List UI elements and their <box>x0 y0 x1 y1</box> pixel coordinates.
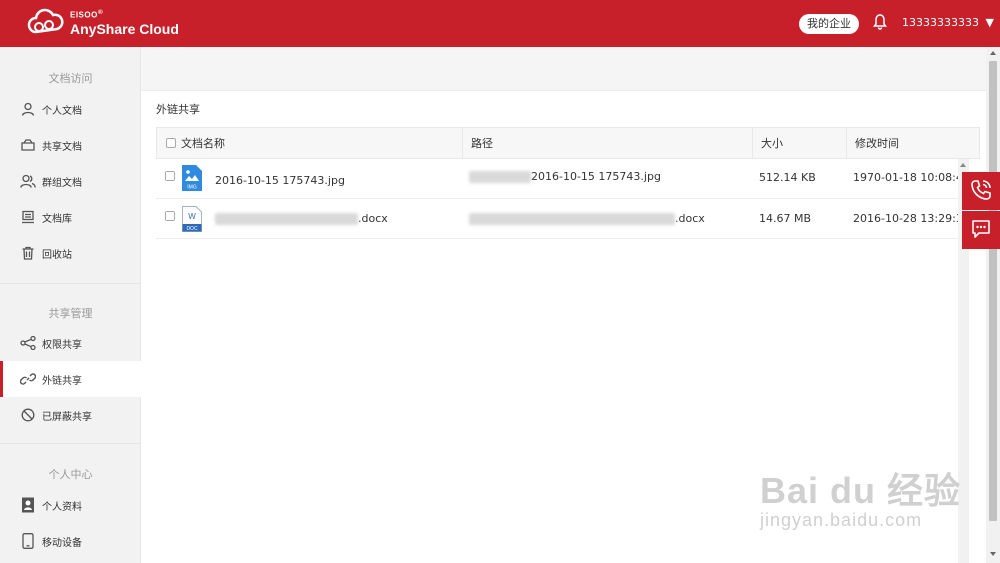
mobile-icon <box>20 533 36 549</box>
bell-icon[interactable] <box>873 14 887 33</box>
column-header-size[interactable]: 大小 <box>752 128 783 159</box>
sidebar-item-recycle-bin[interactable]: 回收站 <box>0 235 141 271</box>
table-row[interactable]: IMG 2016-10-15 175743.jpg 2016-10-15 175… <box>156 159 970 199</box>
sidebar-item-label: 已屏蔽共享 <box>42 411 92 423</box>
phone-support-button[interactable] <box>962 172 1000 210</box>
sidebar-divider <box>0 283 141 284</box>
sidebar-item-label: 外链共享 <box>42 375 82 387</box>
sidebar-item-label: 回收站 <box>42 249 72 261</box>
chat-icon <box>969 217 993 244</box>
anyshare-logo[interactable]: EISOO® AnyShare Cloud <box>26 8 179 38</box>
word-file-icon: W DOC <box>182 206 202 235</box>
sidebar-item-shared-docs[interactable]: 共享文档 <box>0 127 141 163</box>
profile-icon <box>20 497 36 513</box>
file-name[interactable]: .docx <box>215 212 388 225</box>
share-icon <box>20 335 36 351</box>
chat-support-button[interactable] <box>962 211 1000 249</box>
page-title: 外链共享 <box>156 103 200 116</box>
cloud-logo-icon <box>27 8 64 34</box>
sidebar-item-label: 群组文档 <box>42 177 82 189</box>
sidebar-item-profile[interactable]: 个人资料 <box>0 487 141 523</box>
person-icon <box>20 101 36 117</box>
user-name: 13333333333 <box>902 16 979 29</box>
table-header: 文档名称 路径 大小 修改时间 <box>156 127 980 159</box>
library-icon <box>20 209 36 225</box>
watermark-logo: Bai du 经验 <box>760 470 962 511</box>
file-modified: 1970-01-18 10:08:45 <box>853 171 970 184</box>
file-type-label: IMG <box>187 185 197 191</box>
redacted-name <box>215 213 358 225</box>
content-toolbar <box>141 47 986 91</box>
file-path: 2016-10-15 175743.jpg <box>469 170 661 183</box>
trash-icon <box>20 245 36 261</box>
row-checkbox[interactable] <box>165 171 175 181</box>
redacted-path <box>469 213 675 225</box>
section-title-personal-center: 个人中心 <box>48 468 93 481</box>
file-type-label: DOC <box>186 226 198 232</box>
file-size: 14.67 MB <box>759 212 812 225</box>
my-company-button[interactable]: 我的企业 <box>799 14 859 34</box>
sidebar-item-label: 权限共享 <box>42 339 82 351</box>
scroll-up-arrow-icon[interactable] <box>960 163 966 167</box>
sidebar-item-permission-share[interactable]: 权限共享 <box>0 325 141 361</box>
sidebar-item-personal-docs[interactable]: 个人文档 <box>0 91 141 127</box>
page-scroll-up-icon[interactable] <box>990 51 996 55</box>
sidebar-item-library[interactable]: 文档库 <box>0 199 141 235</box>
sidebar-divider <box>0 443 141 444</box>
page-scroll-down-icon[interactable] <box>990 552 996 556</box>
baidu-watermark: Bai du 经验 jingyan.baidu.com <box>760 462 961 531</box>
caret-down-icon: ▼ <box>985 16 994 29</box>
file-modified: 2016-10-28 13:29:31 <box>853 212 970 225</box>
sidebar-item-group-docs[interactable]: 群组文档 <box>0 163 141 199</box>
image-file-icon: IMG <box>182 165 202 194</box>
sidebar-item-label: 共享文档 <box>42 141 82 153</box>
page-scrollbar-thumb[interactable] <box>989 61 997 521</box>
file-name-text: .docx <box>358 212 388 225</box>
group-icon <box>20 173 36 189</box>
shared-folder-icon <box>20 137 36 153</box>
file-size: 512.14 KB <box>759 171 816 184</box>
link-icon <box>20 371 36 387</box>
column-header-path[interactable]: 路径 <box>462 128 493 159</box>
section-title-share-mgmt: 共享管理 <box>48 307 93 320</box>
phone-icon <box>969 178 993 205</box>
file-path: .docx <box>469 212 705 225</box>
sidebar-item-label: 个人文档 <box>42 105 82 117</box>
file-path-text: 2016-10-15 175743.jpg <box>531 170 661 183</box>
blocked-icon <box>20 407 36 423</box>
column-header-name[interactable]: 文档名称 <box>173 128 225 159</box>
sidebar-item-label: 个人资料 <box>42 501 82 513</box>
brand-small: EISOO <box>70 10 98 20</box>
column-header-modified[interactable]: 修改时间 <box>846 128 899 159</box>
sidebar-item-mobile-devices[interactable]: 移动设备 <box>0 523 141 559</box>
svg-text:W: W <box>188 212 196 221</box>
sidebar-item-label: 移动设备 <box>42 537 82 549</box>
page-scrollbar[interactable] <box>986 47 1000 563</box>
registered-mark: ® <box>97 9 104 17</box>
section-title-doc-access: 文档访问 <box>48 72 93 85</box>
table-row[interactable]: W DOC .docx .docx 14.67 MB 2016-10-28 13… <box>156 199 970 239</box>
row-checkbox[interactable] <box>165 211 175 221</box>
sidebar-item-link-share[interactable]: 外链共享 <box>0 361 141 397</box>
file-name[interactable]: 2016-10-15 175743.jpg <box>215 174 345 187</box>
sidebar-item-blocked-share[interactable]: 已屏蔽共享 <box>0 397 141 433</box>
sidebar-item-label: 文档库 <box>42 213 72 225</box>
redacted-path <box>469 171 531 183</box>
user-menu[interactable]: 13333333333 ▼ <box>902 16 994 29</box>
brand-name: AnyShare Cloud <box>70 20 179 37</box>
app-header: EISOO® AnyShare Cloud 我的企业 13333333333 ▼ <box>0 0 1000 47</box>
file-path-text: .docx <box>675 212 705 225</box>
